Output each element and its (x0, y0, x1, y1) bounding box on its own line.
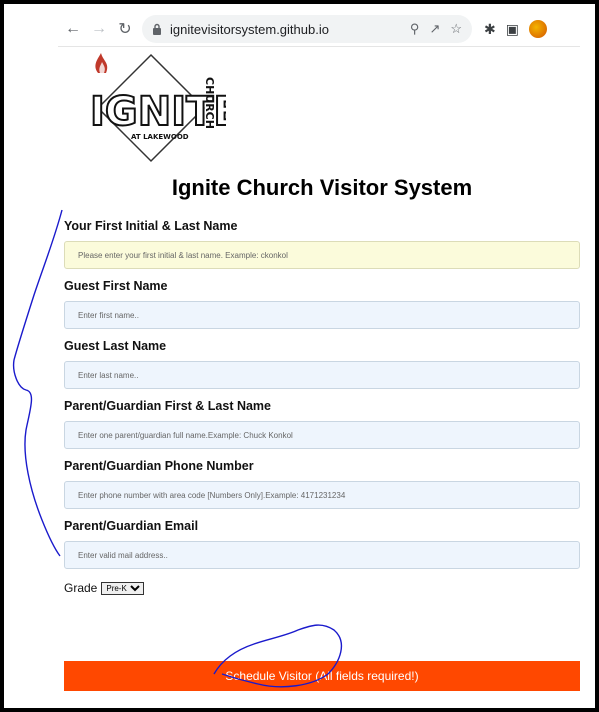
guest-last-name-input[interactable] (64, 361, 580, 389)
visitor-form: Your First Initial & Last Name Guest Fir… (64, 217, 580, 595)
schedule-visitor-button[interactable]: Schedule Visitor (All fields required!) (64, 661, 580, 691)
zoom-icon[interactable]: ⚲ (410, 21, 420, 37)
parent-email-input[interactable] (64, 541, 580, 569)
staff-name-input[interactable] (64, 241, 580, 269)
share-icon[interactable]: ↗ (429, 21, 440, 37)
lock-icon (152, 23, 162, 35)
field-label-guest-first-name: Guest First Name (64, 279, 168, 293)
grade-label: Grade (64, 581, 98, 595)
grade-row: Grade Pre-K (64, 581, 580, 595)
browser-toolbar: ← → ↻ ignitevisitorsystem.github.io ⚲ ↗ … (58, 12, 590, 46)
web-page: IGNITE CHURCH AT LAKEWOOD Ignite Church … (58, 46, 580, 691)
url-text: ignitevisitorsystem.github.io (170, 21, 329, 37)
field-label-staff-name: Your First Initial & Last Name (64, 219, 238, 233)
parent-name-input[interactable] (64, 421, 580, 449)
reload-icon[interactable]: ↻ (114, 18, 136, 40)
parent-phone-input[interactable] (64, 481, 580, 509)
ignite-church-logo: IGNITE CHURCH AT LAKEWOOD (89, 53, 226, 163)
profile-avatar[interactable] (528, 20, 547, 38)
logo-sub-text: AT LAKEWOOD (131, 133, 189, 141)
field-label-guest-last-name: Guest Last Name (64, 339, 167, 353)
field-label-parent-name: Parent/Guardian First & Last Name (64, 399, 272, 413)
page-title: Ignite Church Visitor System (171, 175, 473, 200)
logo-side-text: CHURCH (203, 77, 216, 129)
field-label-parent-phone: Parent/Guardian Phone Number (64, 459, 254, 473)
side-panel-icon[interactable]: ▣ (506, 21, 519, 38)
field-label-parent-email: Parent/Guardian Email (64, 519, 199, 533)
extensions-puzzle-icon[interactable]: ✱ (484, 21, 496, 38)
back-icon[interactable]: ← (62, 18, 84, 40)
guest-first-name-input[interactable] (64, 301, 580, 329)
grade-select[interactable]: Pre-K (101, 581, 145, 595)
address-bar[interactable]: ignitevisitorsystem.github.io ⚲ ↗ ☆ (142, 15, 472, 43)
bookmark-star-icon[interactable]: ☆ (450, 21, 462, 37)
forward-icon[interactable]: → (88, 18, 110, 40)
